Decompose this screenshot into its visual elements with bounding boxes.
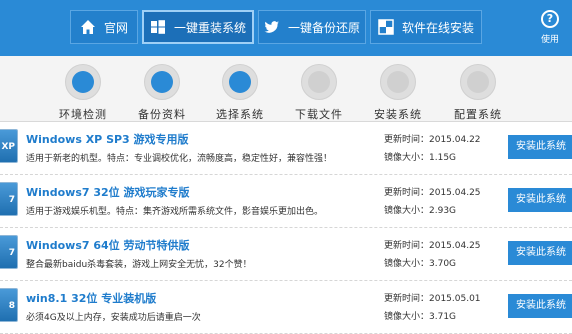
question-icon: ? [541, 10, 559, 28]
install-system-button[interactable]: 安装此系统 [508, 294, 572, 318]
update-time: 更新时间：2015.04.22 [384, 135, 481, 145]
step-environment-check: 环境检测 [43, 64, 123, 122]
step-indicator [301, 64, 337, 100]
update-time: 更新时间：2015.05.01 [384, 294, 481, 304]
nav-software-button[interactable]: 软件在线安装 [370, 10, 482, 44]
system-title[interactable]: win8.1 32位 专业装机版 [26, 290, 156, 306]
list-item: 8 win8.1 32位 专业装机版 必须4G及以上内存，安装成功后请重启一次 … [0, 282, 572, 334]
step-indicator [65, 64, 101, 100]
system-description: 适用于新老的机型。特点：专业调校优化，流畅度高，稳定性好，兼容性强！ [26, 154, 333, 164]
step-indicator [460, 64, 496, 100]
nav-home-label: 官网 [103, 20, 128, 35]
step-label: 备份资料 [138, 108, 186, 121]
step-backup-data: 备份资料 [122, 64, 202, 122]
nav-reinstall-label: 一键重装系统 [173, 20, 246, 35]
system-description: 整合最新baidu杀毒套装，游戏上网安全无忧，32个赞！ [26, 260, 252, 270]
step-configure-system: 配置系统 [438, 64, 518, 122]
system-title[interactable]: Windows7 32位 游戏玩家专版 [26, 184, 190, 200]
nav-backup-label: 一键备份还原 [287, 20, 360, 35]
step-download-files: 下载文件 [279, 64, 359, 122]
help-label: 使用 [540, 35, 559, 45]
bird-icon [264, 19, 280, 35]
step-label: 下载文件 [295, 108, 343, 121]
image-size: 镜像大小：3.70G [384, 259, 457, 269]
apps-icon [378, 19, 394, 35]
image-size: 镜像大小：3.71G [384, 312, 457, 322]
windows-xp-icon: XP [0, 129, 18, 163]
windows-icon [150, 19, 166, 35]
step-label: 环境检测 [59, 108, 107, 121]
install-system-button[interactable]: 安装此系统 [508, 135, 572, 159]
step-label: 安装系统 [374, 108, 422, 121]
image-size: 镜像大小：2.93G [384, 206, 457, 216]
update-time: 更新时间：2015.04.25 [384, 241, 481, 251]
list-item: 7 Windows7 64位 劳动节特供版 整合最新baidu杀毒套装，游戏上网… [0, 229, 572, 281]
nav-software-label: 软件在线安装 [401, 20, 474, 35]
step-label: 选择系统 [216, 108, 264, 121]
list-item: 7 Windows7 32位 游戏玩家专版 适用于游戏娱乐机型。特点：集齐游戏所… [0, 176, 572, 228]
system-description: 适用于游戏娱乐机型。特点：集齐游戏所需系统文件，影音娱乐更加出色。 [26, 207, 324, 217]
top-nav-bar: 官网 一键重装系统 一键备份还原 软件在线安装 ? 使用 [0, 0, 572, 56]
windows-7-icon: 7 [0, 235, 18, 269]
step-indicator [144, 64, 180, 100]
nav-backup-button[interactable]: 一键备份还原 [258, 10, 366, 44]
image-size: 镜像大小：1.15G [384, 153, 457, 163]
progress-steps: 环境检测 备份资料 选择系统 下载文件 安装系统 配置系统 [0, 56, 572, 122]
windows-7-icon: 7 [0, 182, 18, 216]
list-item: XP Windows XP SP3 游戏专用版 适用于新老的机型。特点：专业调校… [0, 123, 572, 175]
system-list: XP Windows XP SP3 游戏专用版 适用于新老的机型。特点：专业调校… [0, 123, 572, 334]
system-title[interactable]: Windows XP SP3 游戏专用版 [26, 131, 189, 147]
step-label: 配置系统 [454, 108, 502, 121]
nav-home-button[interactable]: 官网 [70, 10, 138, 44]
help-button[interactable]: ? 使用 [534, 10, 566, 46]
home-icon [80, 19, 96, 35]
step-indicator [380, 64, 416, 100]
system-description: 必须4G及以上内存，安装成功后请重启一次 [26, 313, 201, 323]
update-time: 更新时间：2015.04.25 [384, 188, 481, 198]
step-select-system: 选择系统 [200, 64, 280, 122]
install-system-button[interactable]: 安装此系统 [508, 188, 572, 212]
install-system-button[interactable]: 安装此系统 [508, 241, 572, 265]
nav-reinstall-button[interactable]: 一键重装系统 [142, 10, 254, 44]
system-title[interactable]: Windows7 64位 劳动节特供版 [26, 237, 190, 253]
windows-8-icon: 8 [0, 288, 18, 322]
step-install-system: 安装系统 [358, 64, 438, 122]
step-indicator [222, 64, 258, 100]
